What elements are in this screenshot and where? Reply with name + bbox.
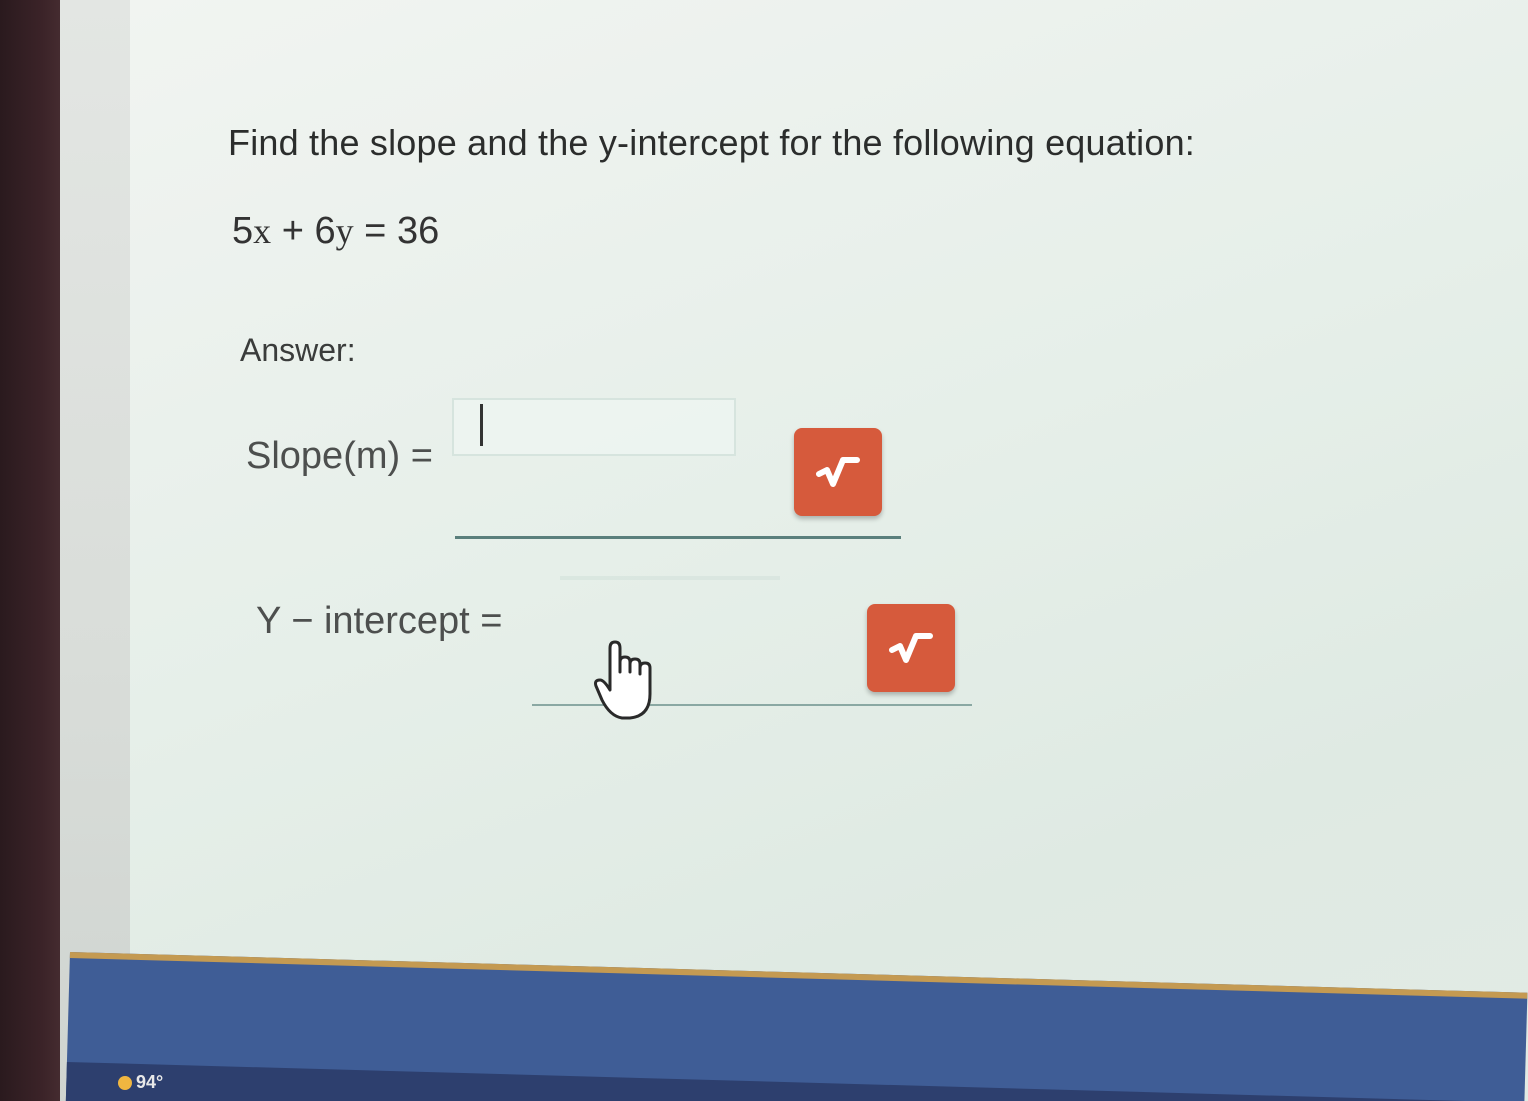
text-caret <box>480 404 483 446</box>
slope-answer-line <box>455 536 901 539</box>
y-intercept-input[interactable] <box>560 576 780 580</box>
answer-label: Answer: <box>240 332 356 368</box>
equation-equals: = <box>364 210 387 252</box>
equation: 5x + 6y = 36 <box>232 210 439 253</box>
hand-pointer-icon <box>594 640 652 720</box>
equation-coef-x: 5 <box>232 210 254 252</box>
square-root-icon <box>889 633 933 663</box>
slope-math-button[interactable] <box>794 428 882 516</box>
question-prompt: Find the slope and the y-intercept for t… <box>228 122 1195 163</box>
sun-icon <box>118 1075 132 1090</box>
question-page: Find the slope and the y-intercept for t… <box>130 0 1528 1101</box>
equation-plus: + <box>281 210 304 252</box>
y-intercept-math-button[interactable] <box>867 604 955 692</box>
temperature: 94° <box>136 1072 164 1092</box>
slope-label: Slope(m) = <box>246 435 433 477</box>
equation-coef-y: 6 <box>314 210 336 252</box>
y-intercept-label: Y − intercept = <box>256 600 503 642</box>
slope-input[interactable] <box>452 398 736 456</box>
taskbar-lower-strip <box>65 1061 1525 1101</box>
weather-widget[interactable]: 94° <box>118 1072 163 1093</box>
equation-rhs: 36 <box>396 210 440 252</box>
square-root-icon <box>816 457 860 487</box>
equation-var-y: y <box>335 211 354 251</box>
equation-var-x: x <box>253 211 272 251</box>
